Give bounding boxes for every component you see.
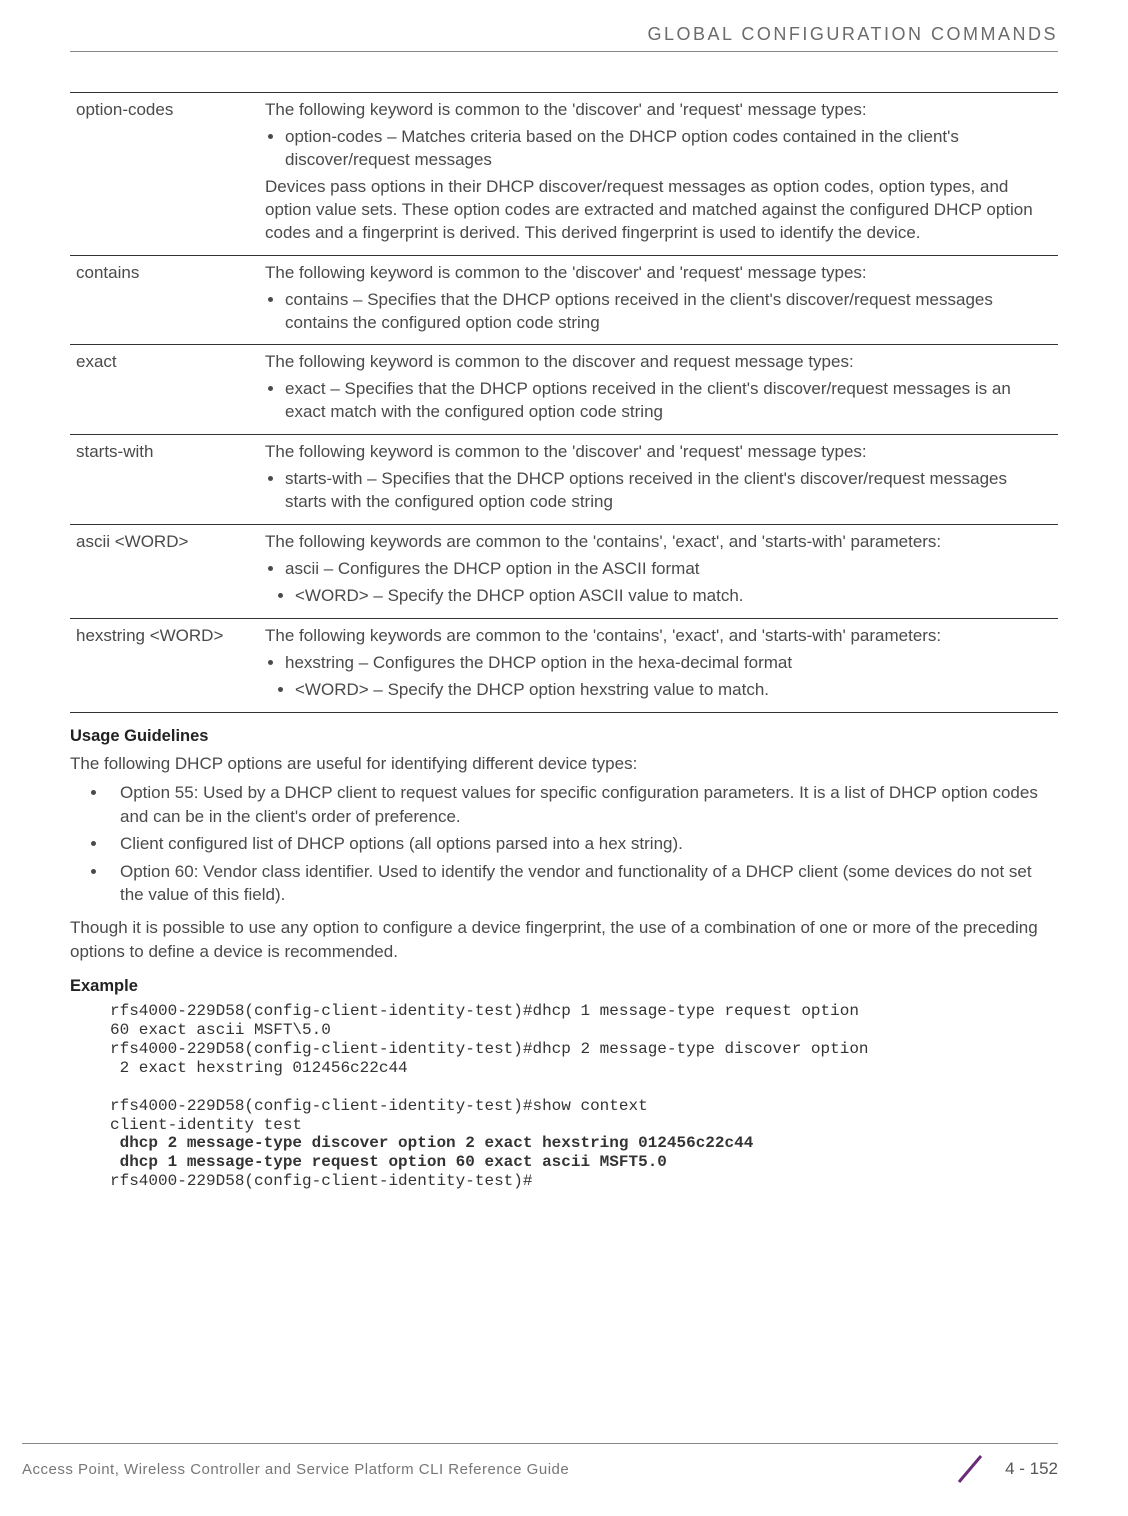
usage-tail: Though it is possible to use any option … <box>70 916 1058 963</box>
table-row: exact The following keyword is common to … <box>70 345 1058 435</box>
desc-bullet: contains – Specifies that the DHCP optio… <box>285 289 1050 335</box>
desc-intro: The following keyword is common to the '… <box>265 441 1050 464</box>
code-line: rfs4000-229D58(config-client-identity-te… <box>110 1002 859 1020</box>
example-heading: Example <box>70 977 1058 996</box>
table-key: hexstring <WORD> <box>70 618 259 712</box>
code-line: 60 exact ascii MSFT\5.0 <box>110 1021 331 1039</box>
table-desc: The following keyword is common to the '… <box>259 255 1058 345</box>
desc-bullet: exact – Specifies that the DHCP options … <box>285 378 1050 424</box>
desc-subbullet: <WORD> – Specify the DHCP option ASCII v… <box>295 585 1050 608</box>
table-desc: The following keywords are common to the… <box>259 618 1058 712</box>
footer-rule <box>22 1443 1058 1444</box>
code-line: 2 exact hexstring 012456c22c44 <box>110 1059 408 1077</box>
table-desc: The following keyword is common to the '… <box>259 93 1058 256</box>
usage-item: Client configured list of DHCP options (… <box>108 832 1058 855</box>
desc-tail: Devices pass options in their DHCP disco… <box>265 176 1050 245</box>
header-rule <box>70 51 1058 52</box>
desc-bullet: starts-with – Specifies that the DHCP op… <box>285 468 1050 514</box>
table-key: exact <box>70 345 259 435</box>
usage-heading: Usage Guidelines <box>70 727 1058 746</box>
desc-intro: The following keyword is common to the '… <box>265 262 1050 285</box>
table-row: option-codes The following keyword is com… <box>70 93 1058 256</box>
usage-item: Option 55: Used by a DHCP client to requ… <box>108 781 1058 828</box>
table-row: ascii <WORD> The following keywords are c… <box>70 525 1058 619</box>
table-row: hexstring <WORD> The following keywords a… <box>70 618 1058 712</box>
desc-intro: The following keywords are common to the… <box>265 625 1050 648</box>
table-desc: The following keyword is common to the d… <box>259 345 1058 435</box>
footer-guide-title: Access Point, Wireless Controller and Se… <box>22 1461 569 1478</box>
example-code: rfs4000-229D58(config-client-identity-te… <box>110 1002 1058 1191</box>
usage-list: Option 55: Used by a DHCP client to requ… <box>108 781 1058 906</box>
code-line: dhcp 1 message-type request option 60 ex… <box>110 1153 667 1171</box>
table-desc: The following keyword is common to the '… <box>259 435 1058 525</box>
desc-intro: The following keyword is common to the d… <box>265 351 1050 374</box>
page-header-title: GLOBAL CONFIGURATION COMMANDS <box>70 24 1058 45</box>
table-row: starts-with The following keyword is comm… <box>70 435 1058 525</box>
code-line: client-identity test <box>110 1116 302 1134</box>
table-key: starts-with <box>70 435 259 525</box>
table-row: contains The following keyword is common … <box>70 255 1058 345</box>
command-table: option-codes The following keyword is com… <box>70 92 1058 713</box>
page-footer: Access Point, Wireless Controller and Se… <box>0 1443 1128 1486</box>
code-line: dhcp 2 message-type discover option 2 ex… <box>110 1134 753 1152</box>
desc-bullet: hexstring – Configures the DHCP option i… <box>285 652 1050 675</box>
desc-bullet: ascii – Configures the DHCP option in th… <box>285 558 1050 581</box>
table-key: option-codes <box>70 93 259 256</box>
footer-page-number: 4 - 152 <box>1005 1459 1058 1479</box>
table-desc: The following keywords are common to the… <box>259 525 1058 619</box>
code-line: rfs4000-229D58(config-client-identity-te… <box>110 1097 648 1115</box>
code-line: rfs4000-229D58(config-client-identity-te… <box>110 1040 869 1058</box>
desc-bullet: option-codes – Matches criteria based on… <box>285 126 1050 172</box>
desc-subbullet: <WORD> – Specify the DHCP option hexstri… <box>295 679 1050 702</box>
usage-intro: The following DHCP options are useful fo… <box>70 752 1058 775</box>
code-line: rfs4000-229D58(config-client-identity-te… <box>110 1172 532 1190</box>
desc-intro: The following keyword is common to the '… <box>265 99 1050 122</box>
desc-intro: The following keywords are common to the… <box>265 531 1050 554</box>
table-key: contains <box>70 255 259 345</box>
footer-slash-icon <box>953 1452 987 1486</box>
usage-item: Option 60: Vendor class identifier. Used… <box>108 860 1058 907</box>
table-key: ascii <WORD> <box>70 525 259 619</box>
